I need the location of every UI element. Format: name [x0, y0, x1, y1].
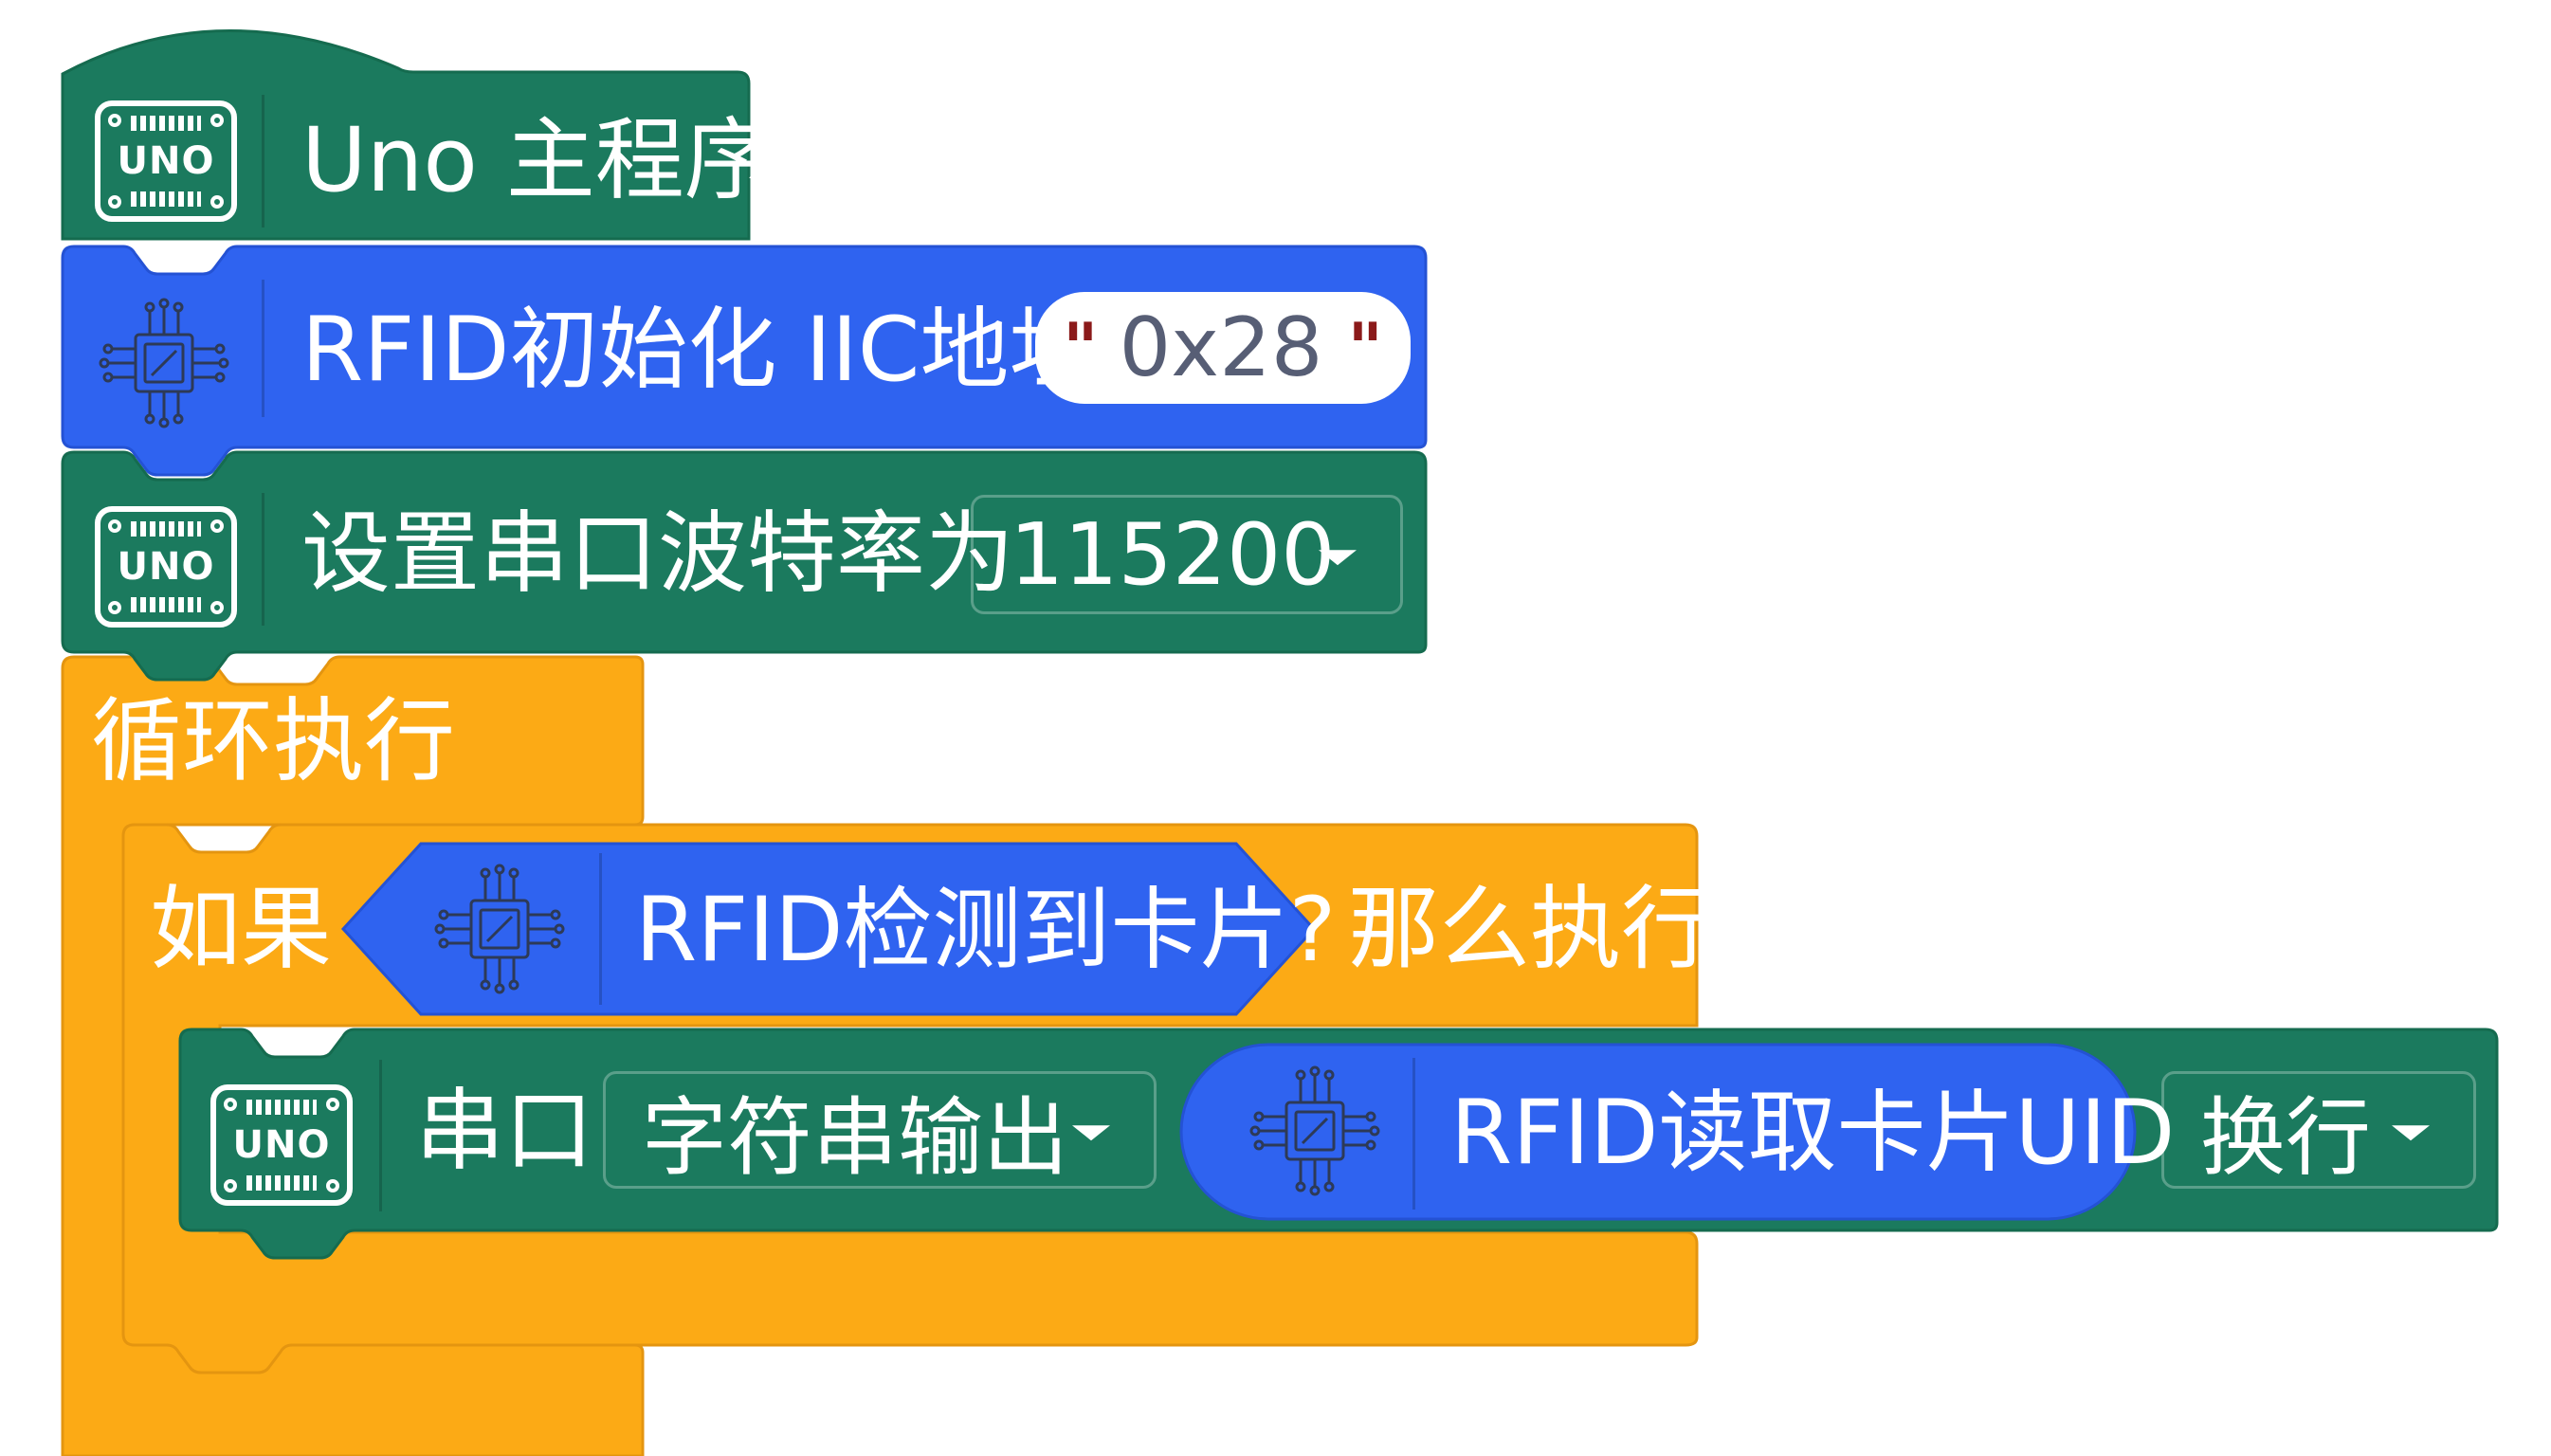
- chevron-down-icon: [1072, 1125, 1110, 1141]
- uno-icon-text: UNO: [117, 139, 215, 183]
- uno-icon-text: UNO: [232, 1123, 331, 1167]
- chip-icon: [1249, 1065, 1380, 1196]
- condition-label: RFID检测到卡片?: [635, 879, 1337, 982]
- chip-icon: [434, 864, 565, 994]
- uno-board-icon: UNO: [95, 100, 237, 222]
- baud-rate-dropdown[interactable]: 115200: [971, 495, 1403, 614]
- iic-address-input[interactable]: " 0x28 ": [1035, 292, 1411, 404]
- serial-label: 串口: [415, 1080, 594, 1183]
- uno-board-icon: UNO: [210, 1084, 353, 1206]
- serial-baud-label: 设置串口波特率为: [301, 502, 1015, 606]
- baud-rate-value: 115200: [1010, 504, 1336, 605]
- chevron-down-icon: [2392, 1125, 2430, 1141]
- divider: [262, 95, 264, 228]
- rfid-init-label: RFID初始化 IIC地址: [301, 299, 1099, 402]
- divider: [379, 1060, 382, 1211]
- uno-icon-text: UNO: [117, 545, 215, 589]
- serial-mode-value: 字符串输出: [642, 1088, 1068, 1188]
- serial-mode-dropdown[interactable]: 字符串输出: [603, 1071, 1157, 1189]
- chip-icon: [99, 298, 229, 428]
- newline-value: 换行: [2200, 1088, 2371, 1188]
- divider: [599, 853, 602, 1005]
- reporter-label: RFID读取卡片UID: [1450, 1082, 2176, 1185]
- divider: [1412, 1058, 1415, 1210]
- loop-label: 循环执行: [91, 688, 455, 794]
- quote-open: ": [1062, 308, 1099, 388]
- if-label: 如果: [150, 876, 332, 982]
- quote-close: ": [1347, 308, 1384, 388]
- uno-board-icon: UNO: [95, 506, 237, 628]
- divider: [262, 280, 264, 417]
- iic-address-value: 0x28: [1119, 300, 1323, 395]
- then-label: 那么执行: [1348, 876, 1712, 982]
- divider: [262, 493, 264, 626]
- main-program-label: Uno 主程序: [301, 109, 774, 212]
- newline-dropdown[interactable]: 换行: [2161, 1071, 2476, 1189]
- chevron-down-icon: [1319, 550, 1357, 566]
